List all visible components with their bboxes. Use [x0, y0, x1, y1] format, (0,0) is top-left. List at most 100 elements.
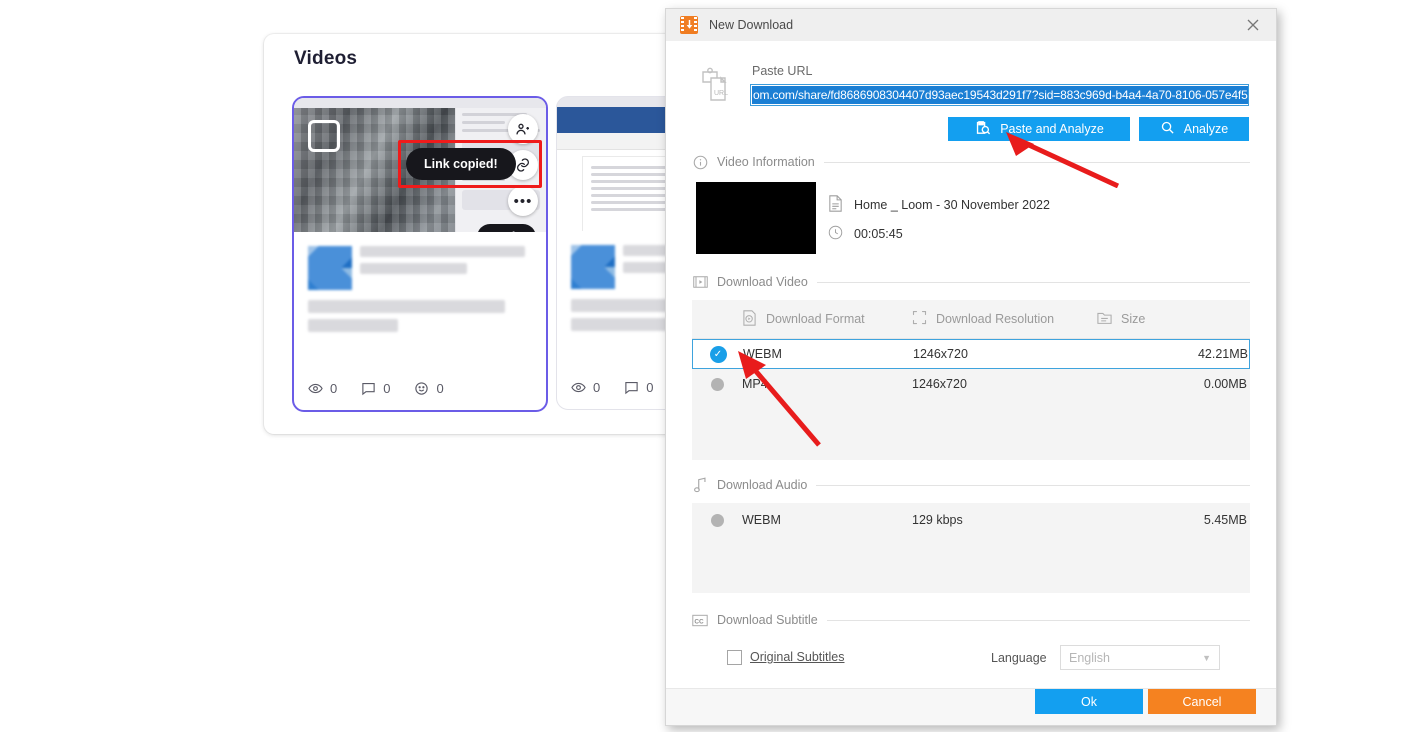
cc-icon: CC	[692, 612, 708, 628]
stat-views-value: 0	[330, 381, 338, 396]
radio-icon	[710, 513, 724, 527]
download-audio-label: Download Audio	[717, 478, 808, 492]
chevron-down-icon: ▼	[1202, 652, 1211, 663]
download-subtitle-section-header: CC Download Subtitle	[692, 612, 1250, 628]
paste-analyze-icon	[974, 119, 991, 139]
download-audio-table: WEBM 129 kbps 5.45MB	[692, 503, 1250, 593]
language-value: English	[1069, 650, 1110, 665]
language-select[interactable]: English ▼	[1060, 645, 1220, 670]
avatar	[308, 246, 352, 290]
download-subtitle-label: Download Subtitle	[717, 613, 818, 627]
stat-views: 0	[308, 381, 337, 396]
column-size-label: Size	[1121, 312, 1146, 326]
dialog-title-bar[interactable]: New Download	[666, 9, 1276, 42]
stat-reactions: 0	[414, 381, 444, 396]
video-icon	[692, 274, 708, 290]
download-video-table: Download Format Download Resolution Size	[692, 300, 1250, 460]
stat-comments: 0	[361, 381, 390, 396]
ok-button[interactable]: Ok	[1035, 689, 1143, 714]
row-radio[interactable]	[692, 377, 742, 391]
size-icon	[1097, 311, 1112, 328]
video-information-thumbnail	[696, 182, 816, 254]
check-icon: ✓	[709, 345, 727, 363]
dialog-title: New Download	[709, 18, 794, 32]
video-duration: 00:05:45	[854, 227, 903, 241]
paste-and-analyze-label: Paste and Analyze	[1000, 122, 1104, 136]
avatar-2	[571, 245, 615, 289]
paste-and-analyze-button[interactable]: Paste and Analyze	[948, 117, 1130, 141]
table-header: Download Format Download Resolution Size	[692, 300, 1250, 339]
download-audio-section-header: Download Audio	[692, 477, 1250, 493]
svg-text:CC: CC	[694, 618, 704, 625]
resolution-icon	[912, 310, 927, 328]
url-clipboard-icon: URL	[697, 66, 739, 108]
video-title-row: Home _ Loom - 30 November 2022	[828, 195, 1050, 215]
video-card-1[interactable]: ••• Link copied! 6 min 0	[292, 96, 548, 412]
stat-reactions-value: 0	[436, 381, 444, 396]
video-card-meta	[294, 232, 546, 332]
table-row[interactable]: MP4 1246x720 0.00MB	[692, 369, 1250, 399]
thumbnail-browser-bar	[294, 98, 546, 108]
video-card-stats: 0 0 0	[308, 381, 444, 396]
column-download-resolution-label: Download Resolution	[936, 312, 1055, 326]
video-card-stats-2: 0 0	[571, 380, 653, 395]
duration-badge: 6 min	[477, 224, 536, 232]
row-resolution: 1246x720	[913, 347, 968, 361]
dialog-footer: Ok Cancel	[666, 688, 1276, 725]
stat-views-2-value: 0	[593, 380, 601, 395]
row-size: 5.45MB	[1203, 513, 1247, 527]
info-icon	[692, 154, 708, 170]
row-bitrate: 129 kbps	[912, 513, 963, 527]
row-format: WEBM	[743, 347, 782, 361]
format-icon	[742, 309, 757, 329]
stat-comments-2: 0	[624, 380, 653, 395]
column-download-format-label: Download Format	[766, 312, 865, 326]
row-radio[interactable]	[692, 513, 742, 527]
row-resolution: 1246x720	[912, 377, 967, 391]
analyze-button[interactable]: Analyze	[1139, 117, 1249, 141]
divider	[823, 161, 1250, 163]
divider	[816, 281, 1250, 283]
original-subtitles-checkbox[interactable]	[727, 650, 742, 665]
download-video-label: Download Video	[717, 275, 808, 289]
screen: Videos ••• Link copied! 0 0 0 0 0 New Do…	[0, 0, 1410, 732]
close-icon[interactable]	[1236, 10, 1270, 40]
column-download-format: Download Format	[742, 309, 912, 329]
stat-views-2: 0	[571, 380, 600, 395]
column-download-resolution: Download Resolution	[912, 310, 1097, 328]
film-download-icon	[680, 16, 698, 34]
page-title: Videos	[294, 48, 358, 69]
download-video-section-header: Download Video	[692, 274, 1250, 290]
analyze-label: Analyze	[1183, 122, 1229, 136]
stat-comments-2-value: 0	[646, 380, 654, 395]
url-input[interactable]: om.com/share/fd8686908304407d93aec19543d…	[750, 84, 1249, 106]
cancel-button[interactable]: Cancel	[1148, 689, 1256, 714]
row-size: 0.00MB	[1203, 377, 1247, 391]
more-options-icon[interactable]: •••	[508, 186, 538, 216]
paste-url-label: Paste URL	[752, 64, 813, 78]
video-title: Home _ Loom - 30 November 2022	[854, 198, 1050, 212]
video-duration-row: 00:05:45	[828, 225, 903, 243]
video-information-label: Video Information	[717, 155, 815, 169]
url-input-value: om.com/share/fd8686908304407d93aec19543d…	[752, 86, 1248, 104]
column-size: Size	[1097, 311, 1247, 328]
music-note-icon	[692, 477, 708, 493]
table-row[interactable]: ✓ WEBM 1246x720 42.21MB	[692, 339, 1250, 369]
video-information-section-header: Video Information	[692, 154, 1250, 170]
row-radio-selected[interactable]: ✓	[693, 345, 743, 363]
table-row[interactable]: WEBM 129 kbps 5.45MB	[692, 503, 1250, 537]
row-size: 42.21MB	[1197, 347, 1248, 361]
stat-comments-value: 0	[383, 381, 391, 396]
original-subtitles-label[interactable]: Original Subtitles	[750, 650, 845, 664]
row-format: MP4	[742, 377, 768, 391]
radio-icon	[710, 377, 724, 391]
language-label: Language	[991, 651, 1047, 665]
clock-icon	[828, 225, 843, 243]
row-format: WEBM	[742, 513, 781, 527]
search-icon	[1160, 120, 1175, 138]
svg-text:URL: URL	[714, 90, 728, 97]
divider	[826, 619, 1250, 621]
video-thumbnail[interactable]: ••• Link copied! 6 min	[294, 98, 546, 232]
annotation-highlight-box	[398, 140, 542, 188]
document-icon	[828, 195, 843, 215]
